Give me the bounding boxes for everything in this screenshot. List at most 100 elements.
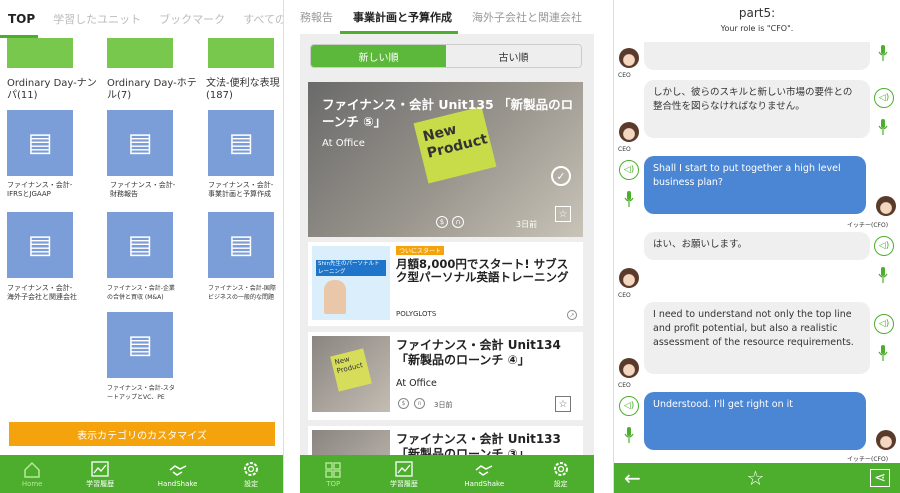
category-tile-financial-reporting[interactable]: ▤ (107, 110, 173, 176)
bottom-nav: TOP 学習履歴 HandShake 設定 (300, 455, 594, 493)
category-label: ファイナンス・会計-海外子会社と関連会社 (7, 284, 77, 301)
nav-label: HandShake (157, 480, 198, 488)
dollar-icon: $ (398, 398, 409, 409)
ad-brand: POLYGLOTS (396, 310, 437, 318)
part-title: part5: (738, 6, 776, 20)
chat-bottom-bar: ← ☆ ⋖ (614, 463, 900, 493)
chart-icon (395, 461, 413, 477)
nav-settings[interactable]: 設定 (241, 459, 261, 489)
ad-thumbnail: Shin先生のパーソナルトレーニング (312, 246, 390, 320)
category-tile-mna[interactable]: ▤ (107, 212, 173, 278)
nav-label: HandShake (464, 480, 505, 488)
customize-categories-button[interactable]: 表示カテゴリのカスタマイズ (9, 422, 275, 446)
gear-icon (244, 462, 259, 476)
category-tile-business-planning[interactable]: ▤ (208, 110, 274, 176)
home-icon (24, 461, 40, 478)
microphone-icon[interactable] (624, 190, 634, 208)
tab-learned-units[interactable]: 学習したユニット (53, 11, 141, 27)
category-label: ファイナンス・会計-国際ビジネスの一般的な問題 (208, 285, 276, 301)
speaker-icon[interactable]: ◁) (874, 88, 894, 108)
category-tile-subsidiaries[interactable]: ▤ (7, 212, 73, 278)
tab-financial-reporting[interactable]: 務報告 (300, 9, 333, 25)
category-tile-ifrs[interactable]: ▤ (7, 110, 73, 176)
ad-title: 月額8,000円でスタート! サブスク型パーソナル英語トレーニング (396, 257, 569, 284)
top-tab-bar: TOP 学習したユニット ブックマーク すべてのユ (0, 0, 283, 38)
category-tile-grammar[interactable] (208, 38, 274, 68)
category-label: ファイナンス・会計-事業計画と予算作成 (208, 181, 274, 198)
category-tile-international[interactable]: ▤ (208, 212, 274, 278)
lesson-date: 3日前 (434, 401, 453, 409)
lesson-card[interactable]: New Product ファイナンス・会計 Unit134 「新製品のローンチ … (308, 332, 583, 420)
nav-label: Home (21, 480, 43, 488)
speaker-icon[interactable]: ◁) (619, 396, 639, 416)
tab-top[interactable]: TOP (8, 12, 35, 26)
category-label: Ordinary Day-ホテル(7) (107, 78, 197, 101)
bookmark-star-icon[interactable]: ☆ (555, 396, 571, 412)
nav-history[interactable]: 学習履歴 (390, 459, 418, 489)
chat-bubble: Shall I start to put together a high lev… (644, 156, 866, 214)
sort-newest-button[interactable]: 新しい順 (311, 45, 446, 67)
category-label: ファイナンス・会計-スタートアップとVC、PE (107, 385, 175, 401)
document-chart-icon: ▤ (127, 230, 153, 260)
nav-handshake[interactable]: HandShake (464, 460, 504, 488)
ad-thumbnail-banner: Shin先生のパーソナルトレーニング (316, 260, 386, 276)
nav-settings[interactable]: 設定 (551, 459, 571, 489)
bottom-nav: Home 学習履歴 HandShake 設定 (0, 455, 283, 493)
chat-bubble: しかし、彼らのスキルと新しい市場の要件との整合性を図らなければなりません。 (644, 80, 870, 138)
nav-label: 設定 (553, 480, 568, 488)
nav-history[interactable]: 学習履歴 (86, 459, 114, 489)
featured-lesson-date: 3日前 (516, 220, 538, 229)
document-chart-icon: ▤ (127, 128, 153, 158)
nav-label: 学習履歴 (389, 480, 418, 488)
chat-bubble-partial (644, 42, 870, 70)
category-tile-startups[interactable]: ▤ (107, 312, 173, 378)
instructor-photo (324, 280, 346, 314)
tab-bookmarks[interactable]: ブックマーク (159, 11, 225, 27)
ad-badge: ついにスタート (396, 246, 445, 255)
active-tab-indicator (340, 31, 458, 34)
speaker-icon[interactable]: ◁) (874, 314, 894, 334)
nav-handshake[interactable]: HandShake (157, 460, 198, 488)
headphones-icon: ∩ (414, 398, 425, 409)
microphone-icon[interactable] (878, 44, 888, 62)
lesson-list-panel: 務報告 事業計画と予算作成 海外子会社と関連会社 新しい順 古い順 New Pr… (300, 0, 594, 493)
category-tile-ordinary-hotel[interactable] (107, 38, 173, 68)
avatar (619, 48, 639, 68)
checkmark-icon[interactable]: ✓ (551, 166, 571, 186)
nav-home[interactable]: Home (21, 460, 43, 488)
sort-oldest-button[interactable]: 古い順 (446, 45, 581, 67)
nav-label: TOP (326, 480, 341, 488)
microphone-icon[interactable] (624, 426, 634, 444)
bookmark-star-icon[interactable]: ☆ (555, 206, 571, 222)
tab-all[interactable]: すべてのユ (243, 11, 283, 27)
tab-subsidiaries[interactable]: 海外子会社と関連会社 (472, 9, 582, 25)
speaker-label: イッチー(CFO) (847, 222, 889, 229)
star-icon[interactable]: ☆ (747, 466, 765, 490)
microphone-icon[interactable] (878, 344, 888, 362)
chart-icon (91, 461, 109, 477)
category-tab-bar: 務報告 事業計画と予算作成 海外子会社と関連会社 (300, 0, 594, 34)
featured-lesson-title: ファイナンス・会計 Unit135 「新製品のローンチ ⑤」 (322, 97, 574, 129)
tab-business-planning[interactable]: 事業計画と予算作成 (353, 9, 452, 25)
avatar (619, 358, 639, 378)
featured-lesson-card[interactable]: New Product ファイナンス・会計 Unit135 「新製品のローンチ … (308, 82, 583, 237)
back-arrow-icon[interactable]: ← (624, 466, 641, 490)
nav-label: 学習履歴 (86, 480, 115, 488)
avatar (619, 122, 639, 142)
nav-top[interactable]: TOP (323, 460, 343, 488)
sticky-note: New Product (330, 348, 372, 392)
chat-bubble: Understood. I'll get right on it (644, 392, 866, 450)
speaker-icon[interactable]: ◁) (619, 160, 639, 180)
grid-icon (325, 462, 341, 478)
handshake-icon (475, 465, 493, 476)
microphone-icon[interactable] (878, 266, 888, 284)
microphone-icon[interactable] (878, 118, 888, 136)
speaker-icon[interactable]: ◁) (874, 236, 894, 256)
share-icon[interactable]: ⋖ (870, 469, 890, 487)
external-link-icon[interactable]: ↗ (567, 310, 577, 320)
lesson-thumbnail: New Product (312, 336, 390, 412)
category-tile-ordinary-nanpa[interactable] (7, 38, 73, 68)
speaker-label: CEO (618, 72, 631, 79)
speaker-label: CEO (618, 146, 631, 153)
ad-card[interactable]: Shin先生のパーソナルトレーニング ついにスタート 月額8,000円でスタート… (308, 242, 583, 326)
